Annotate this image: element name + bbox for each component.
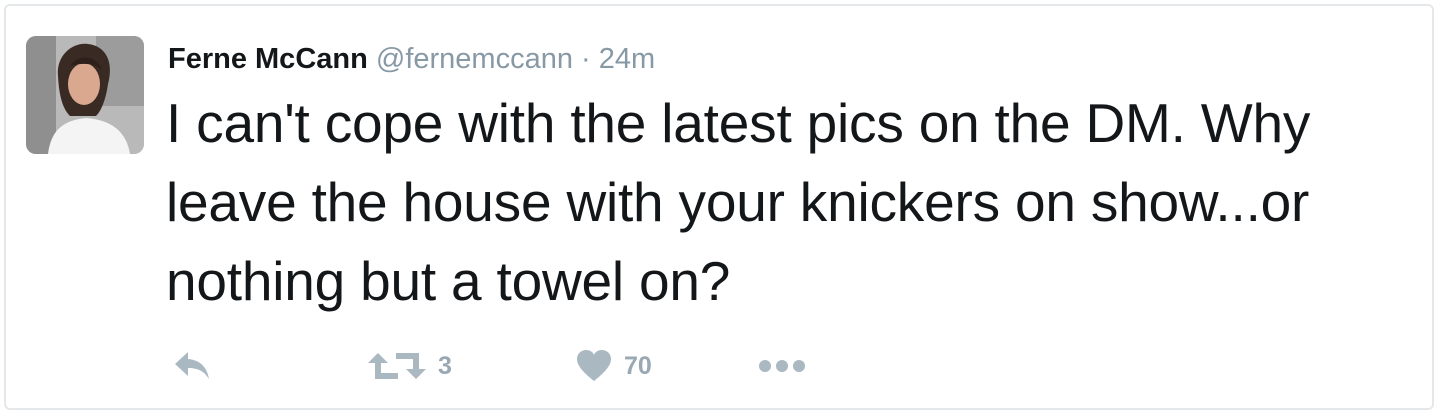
tweet-card: Ferne McCann @fernemccann · 24m I can't … (4, 4, 1434, 410)
timestamp[interactable]: 24m (599, 43, 655, 75)
reply-icon (175, 352, 209, 379)
like-count: 70 (624, 351, 652, 380)
like-button[interactable]: 70 (576, 346, 652, 386)
retweet-button[interactable]: 3 (368, 346, 452, 386)
reply-button[interactable] (172, 346, 212, 386)
retweet-icon (368, 353, 426, 379)
profile-photo-icon (26, 36, 144, 154)
header-separator: · (581, 43, 591, 75)
user-handle[interactable]: @fernemccann (376, 43, 573, 75)
tweet-header: Ferne McCann @fernemccann · 24m (168, 42, 655, 76)
tweet-actions: 3 70 (172, 346, 872, 386)
tweet-text: I can't cope with the latest pics on the… (166, 92, 1311, 312)
retweet-count: 3 (438, 351, 452, 380)
display-name[interactable]: Ferne McCann (168, 43, 368, 75)
avatar[interactable] (26, 36, 144, 154)
more-button[interactable] (758, 346, 806, 386)
heart-icon (577, 350, 611, 381)
more-dots-icon (759, 360, 805, 372)
